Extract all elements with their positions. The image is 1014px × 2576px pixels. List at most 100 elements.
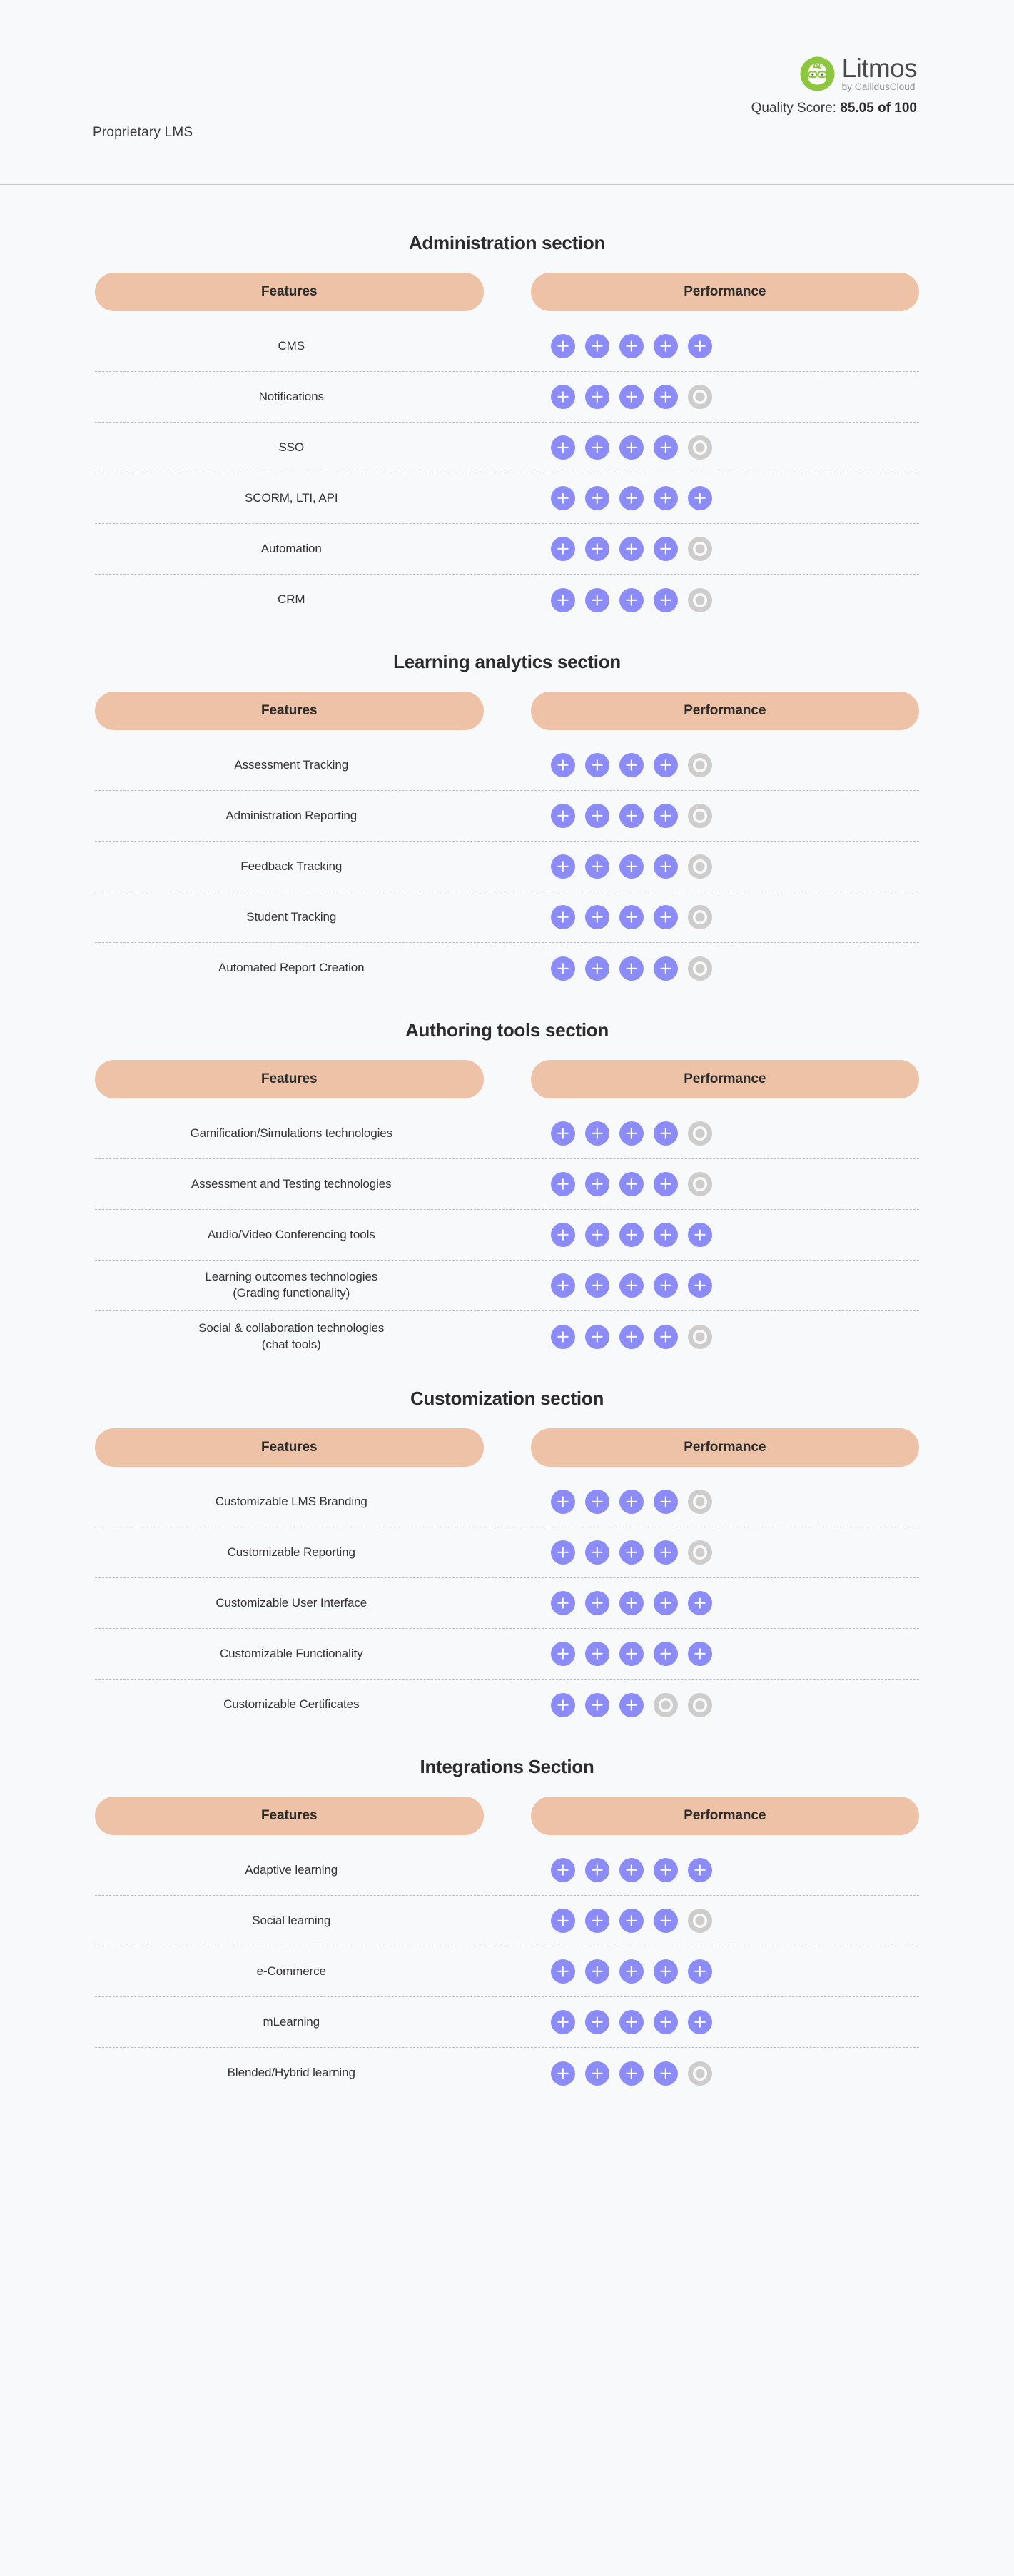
quality-score-label: Quality Score: (751, 100, 836, 116)
column-header-features: Features (95, 1797, 484, 1835)
plus-circle-icon (584, 1172, 609, 1196)
plus-circle-icon (550, 1909, 575, 1933)
performance-cell (535, 1582, 920, 1624)
table-row: Assessment and Testing technologies (95, 1159, 919, 1210)
plus-circle-icon (619, 385, 644, 409)
features-table: Features Performance CMS Notifications SSO SC… (0, 273, 1014, 625)
table-row: Gamification/Simulations technologies (95, 1108, 919, 1159)
plus-circle-icon (653, 2061, 678, 2086)
rating-dots (550, 905, 712, 929)
brand-subtitle: by CallidusCloud (841, 81, 916, 93)
empty-circle-icon (687, 385, 712, 409)
empty-circle-icon (653, 1692, 678, 1717)
column-header-performance: Performance (530, 1060, 919, 1098)
rating-dots (550, 2010, 712, 2034)
plus-circle-icon (584, 537, 609, 561)
plus-circle-icon (653, 435, 678, 460)
quality-score-value: 85.05 of 100 (840, 100, 917, 116)
rating-dots (550, 1223, 712, 1247)
performance-cell (535, 376, 920, 418)
plus-circle-icon (653, 334, 678, 358)
empty-circle-icon (687, 2061, 712, 2086)
rating-dots (550, 854, 712, 879)
table-row: Customizable Functionality (95, 1629, 919, 1680)
rating-dots (550, 1324, 712, 1349)
table-header-row: Features Performance (0, 1797, 1014, 1835)
performance-cell (535, 528, 920, 570)
plus-circle-icon (687, 1273, 712, 1298)
page-header: Proprietary LMS Litmos by CallidusCloud … (0, 0, 1014, 185)
table-row: Audio/Video Conferencing tools (95, 1210, 919, 1261)
rating-dots (550, 1591, 712, 1615)
table-row: e-Commerce (95, 1946, 919, 1997)
empty-circle-icon (687, 854, 712, 879)
plus-circle-icon (584, 2061, 609, 2086)
brand-row: Litmos by CallidusCloud (617, 55, 918, 93)
table-header-row: Features Performance (0, 1060, 1014, 1098)
plus-circle-icon (653, 956, 678, 981)
plus-circle-icon (653, 1223, 678, 1247)
column-header-features: Features (95, 1428, 484, 1467)
sections-container: Administration section Features Performanc… (0, 185, 1014, 2098)
table-row: Administration Reporting (95, 791, 919, 842)
feature-name: Customizable Certificates (223, 1697, 360, 1712)
table-header-row: Features Performance (0, 692, 1014, 730)
plus-circle-icon (619, 1324, 644, 1349)
rating-dots (550, 486, 712, 510)
table-row: SSO (95, 423, 919, 473)
feature-name: Notifications (258, 389, 324, 403)
plus-circle-icon (619, 1172, 644, 1196)
plus-circle-icon (584, 1273, 609, 1298)
report-page: Proprietary LMS Litmos by CallidusCloud … (0, 0, 1014, 2576)
plus-circle-icon (550, 1591, 575, 1615)
feature-name: Administration Reporting (225, 808, 358, 822)
table-body: Adaptive learning Social learning e-Commer… (0, 1845, 1014, 2098)
performance-cell (535, 948, 920, 989)
table-row: Learning outcomes technologies (Grading f… (95, 1261, 919, 1311)
plus-circle-icon (619, 1591, 644, 1615)
empty-circle-icon (687, 1540, 712, 1565)
rating-dots (550, 956, 712, 981)
rating-dots (550, 435, 712, 460)
table-body: Gamification/Simulations technologies Ass… (0, 1108, 1014, 1362)
feature-section: Learning analytics section Features Perfor… (0, 630, 1014, 994)
table-row: Automated Report Creation (95, 943, 919, 994)
features-table: Features Performance Customizable LMS Bran… (0, 1428, 1014, 1730)
feature-name: Customizable Reporting (227, 1545, 355, 1559)
plus-circle-icon (619, 2010, 644, 2034)
empty-circle-icon (687, 1324, 712, 1349)
plus-circle-icon (687, 1223, 712, 1247)
table-row: Adaptive learning (95, 1845, 919, 1896)
rating-dots (550, 334, 712, 358)
plus-circle-icon (619, 804, 644, 828)
section-title: Authoring tools section (405, 1019, 609, 1041)
plus-circle-icon (550, 1172, 575, 1196)
rating-dots (550, 1692, 712, 1717)
plus-circle-icon (619, 1909, 644, 1933)
plus-circle-icon (550, 587, 575, 612)
column-header-features: Features (95, 1060, 484, 1098)
feature-name: SCORM, LTI, API (245, 490, 338, 505)
plus-circle-icon (687, 334, 712, 358)
quality-score: Quality Score: 85.05 of 100 (617, 101, 917, 116)
plus-circle-icon (550, 1121, 575, 1146)
performance-cell (535, 795, 920, 837)
table-row: Social & collaboration technologies (chat… (95, 1311, 919, 1362)
plus-circle-icon (584, 854, 609, 879)
table-row: CRM (95, 575, 919, 625)
rating-dots (550, 1172, 712, 1196)
plus-circle-icon (619, 1540, 644, 1565)
empty-circle-icon (687, 537, 712, 561)
plus-circle-icon (653, 2010, 678, 2034)
plus-circle-icon (619, 1858, 644, 1882)
table-row: Notifications (95, 372, 919, 423)
plus-circle-icon (584, 1121, 609, 1146)
plus-circle-icon (584, 1692, 609, 1717)
performance-cell (535, 2001, 920, 2043)
column-header-performance: Performance (530, 1428, 919, 1467)
feature-name: Automation (260, 541, 322, 555)
plus-circle-icon (619, 905, 644, 929)
table-row: mLearning (95, 1997, 919, 2048)
performance-cell (535, 1951, 920, 1992)
performance-cell (535, 580, 920, 621)
